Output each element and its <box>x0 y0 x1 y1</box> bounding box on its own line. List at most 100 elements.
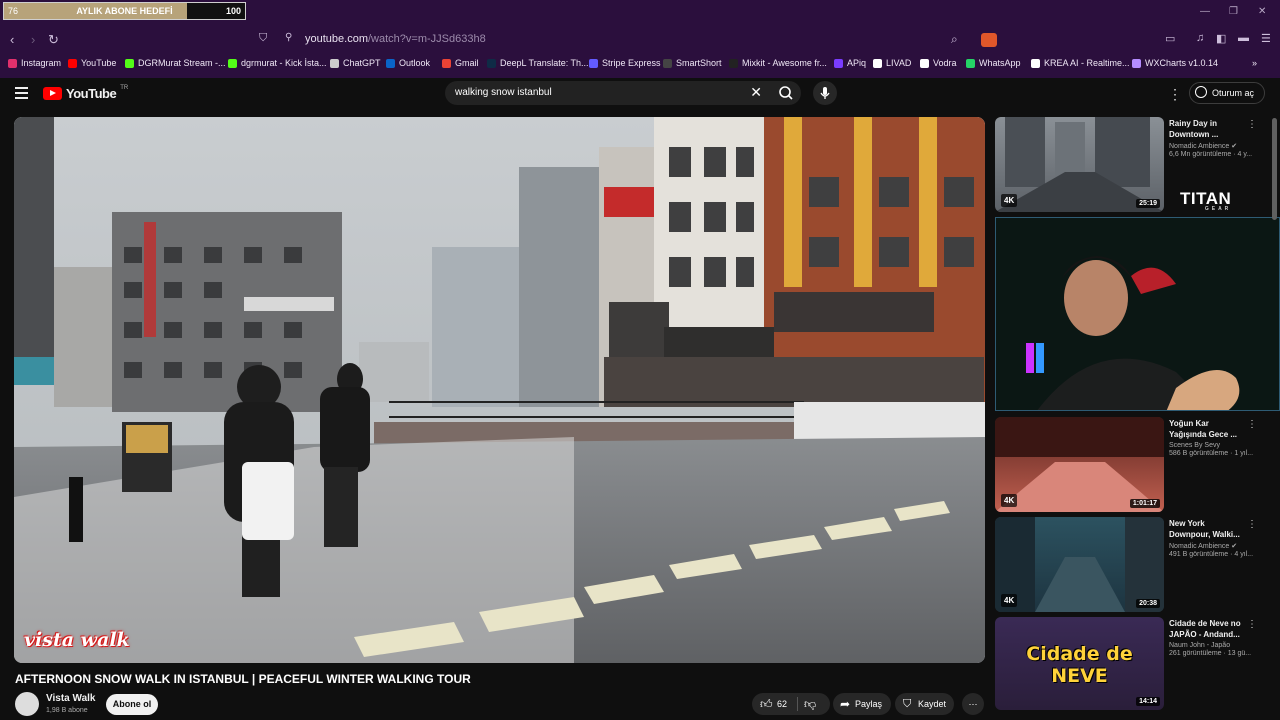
bookmark-label: LIVAD <box>886 58 912 68</box>
video-title: AFTERNOON SNOW WALK IN ISTANBUL | PEACEF… <box>15 672 471 686</box>
recommendation-thumbnail-2[interactable]: 4K 1:01:17 <box>995 417 1164 512</box>
bookmark-item[interactable]: Outlook <box>386 58 430 68</box>
recommendation-thumbnail-3[interactable]: 4K 20:38 <box>995 517 1164 612</box>
bookmark-item[interactable]: DGRMurat Stream -... <box>125 58 226 68</box>
back-icon[interactable]: ‹ <box>10 32 14 47</box>
bookmark-item[interactable]: Gmail <box>442 58 479 68</box>
address-bar[interactable]: youtube.com/watch?v=m-JJSd633h8 <box>305 33 486 45</box>
clear-search-icon[interactable]: ✕ <box>750 84 762 101</box>
video-player[interactable]: vista walk <box>14 117 985 663</box>
close-window-icon[interactable]: ✕ <box>1258 6 1266 17</box>
bookmark-icon[interactable]: ⛉ <box>259 32 267 45</box>
bookmark-label: WhatsApp <box>979 58 1021 68</box>
recommendation-title: Cidade de Neve no JAPÃO - Andand... <box>1169 619 1241 639</box>
video-duration: 1:01:17 <box>1129 499 1160 508</box>
media-icon[interactable]: ♫ <box>1196 32 1204 44</box>
youtube-logo[interactable]: YouTube TR <box>43 84 129 101</box>
recommendation-menu-icon[interactable]: ⋮ <box>1247 519 1257 530</box>
bookmark-item[interactable]: dgrmurat - Kick İsta... <box>228 58 327 68</box>
like-icon[interactable]: 👍︎ <box>760 693 773 715</box>
recommendation-title: Yoğun Kar Yağışında Gece ... <box>1169 419 1238 439</box>
bookmark-item[interactable]: WXCharts v1.0.14 <box>1132 58 1218 68</box>
recommendation-channel: Nomadic Ambience ✔ <box>1169 543 1238 550</box>
more-bookmarks-icon[interactable]: » <box>1252 58 1257 68</box>
settings-menu-icon[interactable]: ⋮ <box>1168 86 1182 103</box>
like-count[interactable]: 62 <box>777 693 787 715</box>
verified-icon: ✔ <box>1231 543 1238 550</box>
save-button[interactable]: ⛉ Kaydet <box>895 693 954 715</box>
page-scrollbar[interactable] <box>1272 118 1277 220</box>
recommendation-info-1[interactable]: Rainy Day in Downtown ... Nomadic Ambien… <box>1169 118 1259 158</box>
dislike-icon[interactable]: 👎︎ <box>804 693 816 715</box>
forward-icon[interactable]: › <box>31 32 35 47</box>
bookmark-favicon-icon <box>442 58 451 68</box>
subscribe-button[interactable]: Abone ol <box>106 694 158 715</box>
sign-in-button[interactable]: Oturum aç <box>1189 82 1265 104</box>
recommendation-thumbnail-1[interactable]: 4K 25:19 <box>995 117 1164 212</box>
share-button[interactable]: ➦ Paylaş <box>833 693 891 715</box>
search-query: walking snow istanbul <box>455 87 552 98</box>
url-path: /watch?v=m-JJSd633h8 <box>367 33 486 45</box>
channel-avatar[interactable] <box>15 692 39 716</box>
recommendation-menu-icon[interactable]: ⋮ <box>1247 419 1257 430</box>
bookmark-label: SmartShort <box>676 58 722 68</box>
recommendation-menu-icon[interactable]: ⋮ <box>1247 619 1257 630</box>
bookmark-item[interactable]: ChatGPT <box>330 58 381 68</box>
recommendation-channel: Naum John - Japão <box>1169 642 1231 649</box>
bookmark-item[interactable]: SmartShort <box>663 58 722 68</box>
bookmark-item[interactable]: Vodra <box>920 58 957 68</box>
bookmark-item[interactable]: Mixkit - Awesome fr... <box>729 58 827 68</box>
bookmark-item[interactable]: DeepL Translate: Th... <box>487 58 589 68</box>
recommendation-info-2[interactable]: Yoğun Kar Yağışında Gece ... Scenes By S… <box>1169 418 1259 457</box>
bookmark-item[interactable]: LIVAD <box>873 58 911 68</box>
more-actions-button[interactable]: ⋯ <box>962 693 984 715</box>
recommendation-menu-icon[interactable]: ⋮ <box>1247 119 1257 130</box>
bookmark-label: APiq <box>847 58 867 68</box>
recommendation-thumbnail-4[interactable]: Cidade de NEVE 14:14 <box>995 617 1164 710</box>
minimize-icon[interactable]: — <box>1200 6 1210 17</box>
youtube-play-icon <box>43 87 62 100</box>
bookmark-label: dgrmurat - Kick İsta... <box>241 58 327 68</box>
recommendation-info-3[interactable]: New York Downpour, Walki... Nomadic Ambi… <box>1169 518 1259 558</box>
bookmark-favicon-icon <box>834 58 843 68</box>
bookmark-label: YouTube <box>81 58 117 68</box>
bookmark-favicon-icon <box>487 58 496 68</box>
bookmark-item[interactable]: APiq <box>834 58 866 68</box>
titan-brand-logo: TITAN GEAR <box>1180 189 1232 212</box>
like-dislike-group: 👍︎ 62 👎︎ <box>752 693 830 715</box>
bookmark-item[interactable]: WhatsApp <box>966 58 1021 68</box>
sidebar-icon[interactable]: ◧ <box>1216 32 1226 45</box>
site-info-icon[interactable]: ⚲ <box>285 32 292 43</box>
zoom-icon[interactable]: ⌕ <box>951 32 958 47</box>
menu-icon[interactable]: ☰ <box>1261 32 1271 45</box>
hamburger-menu-icon[interactable] <box>15 87 28 99</box>
region-code: TR <box>120 84 129 91</box>
bookmark-label: Instagram <box>21 58 62 68</box>
recommendation-title: Rainy Day in Downtown ... <box>1169 119 1219 139</box>
bookmark-item[interactable]: Instagram <box>8 58 61 68</box>
reload-icon[interactable]: ↻ <box>48 32 59 48</box>
maximize-icon[interactable]: ❐ <box>1229 6 1238 17</box>
share-label: Paylaş <box>855 699 883 709</box>
bookmark-favicon-icon <box>1132 58 1141 68</box>
search-icon <box>779 86 793 100</box>
bookmark-label: ChatGPT <box>343 58 381 68</box>
channel-watermark: vista walk <box>24 629 130 651</box>
cast-icon[interactable]: ▭ <box>1165 32 1175 45</box>
bookmark-item[interactable]: YouTube <box>68 58 116 68</box>
verified-icon: ✔ <box>1231 143 1238 150</box>
search-button[interactable] <box>771 81 801 105</box>
recommendation-meta: 261 görüntüleme · 13 gü... <box>1169 650 1252 657</box>
brave-shield-icon[interactable] <box>981 33 997 47</box>
navigation-bar: ‹ › ↻ ⛉ ⚲ youtube.com/watch?v=m-JJSd633h… <box>0 28 1280 52</box>
channel-name[interactable]: Vista Walk <box>46 693 95 704</box>
vpn-icon[interactable]: ▬ <box>1238 32 1249 44</box>
bookmark-item[interactable]: KREA AI - Realtime... <box>1031 58 1130 68</box>
search-input[interactable]: walking snow istanbul ✕ <box>445 81 771 105</box>
bookmark-item[interactable]: Stripe Express <box>589 58 661 68</box>
recommendation-channel: Nomadic Ambience ✔ <box>1169 143 1238 150</box>
voice-search-button[interactable] <box>813 81 837 105</box>
subscriber-count: 1,98 B abone <box>46 707 88 714</box>
recommendation-info-4[interactable]: Cidade de Neve no JAPÃO - Andand... Naum… <box>1169 618 1259 657</box>
bookmark-favicon-icon <box>386 58 395 68</box>
